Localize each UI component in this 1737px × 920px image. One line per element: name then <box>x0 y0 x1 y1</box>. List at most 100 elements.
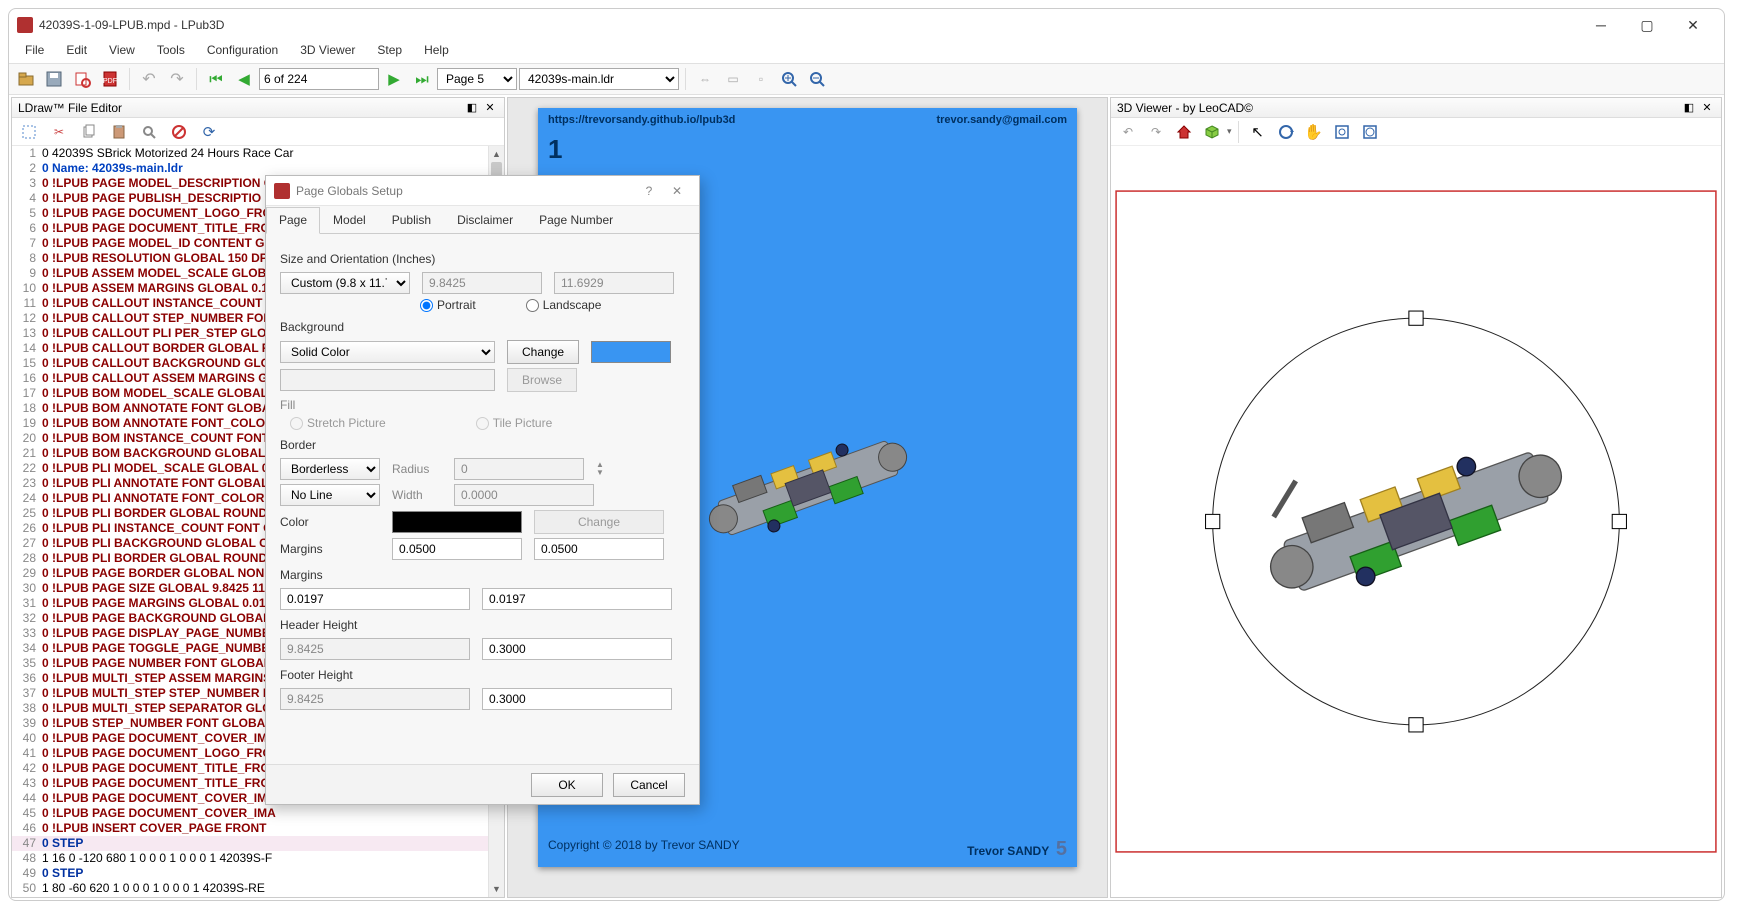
maximize-button[interactable]: ▢ <box>1624 11 1670 39</box>
inner-margin-x[interactable] <box>392 538 522 560</box>
delete-icon[interactable] <box>166 119 192 145</box>
inner-margin-y[interactable] <box>534 538 664 560</box>
page-footer-copyright: Copyright © 2018 by Trevor SANDY <box>548 838 740 861</box>
tab-page-number[interactable]: Page Number <box>526 207 626 234</box>
menu-edit[interactable]: Edit <box>56 41 97 63</box>
menu-file[interactable]: File <box>15 41 54 63</box>
viewer-close-icon[interactable]: ✕ <box>1699 100 1715 116</box>
editor-float-icon[interactable]: ◧ <box>464 100 480 116</box>
zoom-in-icon[interactable] <box>776 66 802 92</box>
page-combo[interactable]: Page 5 <box>437 68 517 90</box>
viewer-float-icon[interactable]: ◧ <box>1681 100 1697 116</box>
first-page-icon[interactable]: ⏮ <box>203 66 229 92</box>
menu-3d-viewer[interactable]: 3D Viewer <box>290 41 365 63</box>
editor-close-icon[interactable]: ✕ <box>482 100 498 116</box>
tab-disclaimer[interactable]: Disclaimer <box>444 207 526 234</box>
dialog-close-icon[interactable]: ✕ <box>663 184 691 198</box>
bg-change-button[interactable]: Change <box>507 340 579 364</box>
menu-help[interactable]: Help <box>414 41 459 63</box>
editor-line[interactable]: 510 STEP <box>12 896 504 897</box>
print-preview-icon[interactable] <box>69 66 95 92</box>
cancel-button[interactable]: Cancel <box>613 773 685 797</box>
minimize-button[interactable]: ─ <box>1578 11 1624 39</box>
viewer-zoom-extents-icon[interactable] <box>1357 119 1383 145</box>
next-page-icon[interactable]: ▶ <box>381 66 407 92</box>
scroll-down-icon[interactable]: ▼ <box>489 881 504 897</box>
editor-line[interactable]: 450 !LPUB PAGE DOCUMENT_COVER_IMA <box>12 806 504 821</box>
viewer-cube-icon[interactable] <box>1199 119 1225 145</box>
fit-width-icon[interactable]: ⇔ <box>692 66 718 92</box>
editor-line[interactable]: 501 80 -60 620 1 0 0 0 1 0 0 0 1 42039S-… <box>12 881 504 896</box>
fit-page-icon[interactable]: ▭ <box>720 66 746 92</box>
bg-mode-select[interactable]: Solid Color <box>280 341 495 363</box>
editor-line[interactable]: 481 16 0 -120 680 1 0 0 0 1 0 0 0 1 4203… <box>12 851 504 866</box>
border-color-label: Color <box>280 515 380 529</box>
size-preset-select[interactable]: Custom (9.8 x 11.7) <box>280 272 410 294</box>
open-icon[interactable] <box>13 66 39 92</box>
footer-height-input[interactable] <box>482 688 672 710</box>
line-type-select[interactable]: No Line <box>280 484 380 506</box>
last-page-icon[interactable]: ⏭ <box>409 66 435 92</box>
page-footer-author: Trevor SANDY <box>967 844 1049 858</box>
viewer-home-icon[interactable] <box>1171 119 1197 145</box>
page-width-input[interactable] <box>422 272 542 294</box>
bg-browse-button: Browse <box>507 368 577 392</box>
menu-configuration[interactable]: Configuration <box>197 41 288 63</box>
editor-line[interactable]: 490 STEP <box>12 866 504 881</box>
viewer-undo-icon[interactable]: ↶ <box>1115 119 1141 145</box>
tab-model[interactable]: Model <box>320 207 379 234</box>
undo-icon[interactable]: ↶ <box>136 66 162 92</box>
viewer-pan-icon[interactable]: ✋ <box>1301 119 1327 145</box>
menubar: File Edit View Tools Configuration 3D Vi… <box>9 41 1724 63</box>
viewer-rotate-icon[interactable] <box>1273 119 1299 145</box>
editor-line[interactable]: 10 42039S SBrick Motorized 24 Hours Race… <box>12 146 504 161</box>
cut-icon[interactable]: ✂ <box>46 119 72 145</box>
menu-step[interactable]: Step <box>367 41 412 63</box>
export-pdf-icon[interactable]: PDF <box>97 66 123 92</box>
border-type-select[interactable]: Borderless <box>280 458 380 480</box>
close-button[interactable]: ✕ <box>1670 11 1716 39</box>
line-width-input[interactable] <box>454 484 594 506</box>
stretch-radio: Stretch Picture <box>290 416 386 430</box>
bg-image-input[interactable] <box>280 369 495 391</box>
page-globals-dialog: Page Globals Setup ? ✕ Page Model Publis… <box>265 175 700 805</box>
background-label: Background <box>280 320 685 334</box>
viewer-redo-icon[interactable]: ↷ <box>1143 119 1169 145</box>
dialog-help-icon[interactable]: ? <box>635 184 663 198</box>
scroll-up-icon[interactable]: ▲ <box>489 146 504 162</box>
editor-line[interactable]: 470 STEP <box>12 836 504 851</box>
paste-icon[interactable] <box>106 119 132 145</box>
refresh-icon[interactable]: ⟳ <box>196 119 222 145</box>
tab-page[interactable]: Page <box>266 207 320 234</box>
editor-line[interactable]: 460 !LPUB INSERT COVER_PAGE FRONT <box>12 821 504 836</box>
select-all-icon[interactable] <box>16 119 42 145</box>
find-icon[interactable] <box>136 119 162 145</box>
page-of-input[interactable] <box>259 68 379 90</box>
page-height-input[interactable] <box>554 272 674 294</box>
zoom-out-icon[interactable] <box>804 66 830 92</box>
prev-page-icon[interactable]: ◀ <box>231 66 257 92</box>
redo-icon[interactable]: ↷ <box>164 66 190 92</box>
landscape-radio[interactable]: Landscape <box>526 298 602 312</box>
tab-publish[interactable]: Publish <box>379 207 444 234</box>
header-height-input[interactable] <box>482 638 672 660</box>
ok-button[interactable]: OK <box>531 773 603 797</box>
actual-size-icon[interactable]: ▫ <box>748 66 774 92</box>
border-color-swatch[interactable] <box>392 511 522 533</box>
page-margin-y[interactable] <box>482 588 672 610</box>
menu-view[interactable]: View <box>99 41 145 63</box>
menu-tools[interactable]: Tools <box>147 41 195 63</box>
radius-input[interactable] <box>454 458 584 480</box>
fill-label: Fill <box>280 398 685 412</box>
page-margin-x[interactable] <box>280 588 470 610</box>
save-icon[interactable] <box>41 66 67 92</box>
bg-color-swatch[interactable] <box>591 341 671 363</box>
viewer-select-icon[interactable]: ↖ <box>1245 119 1271 145</box>
copy-icon[interactable] <box>76 119 102 145</box>
viewer-zoom-region-icon[interactable] <box>1329 119 1355 145</box>
portrait-radio[interactable]: Portrait <box>420 298 476 312</box>
model-combo[interactable]: 42039s-main.ldr <box>519 68 679 90</box>
window-title: 42039S-1-09-LPUB.mpd - LPub3D <box>39 18 1578 32</box>
editor-line[interactable]: 20 Name: 42039s-main.ldr <box>12 161 504 176</box>
viewer-canvas[interactable] <box>1111 146 1721 897</box>
